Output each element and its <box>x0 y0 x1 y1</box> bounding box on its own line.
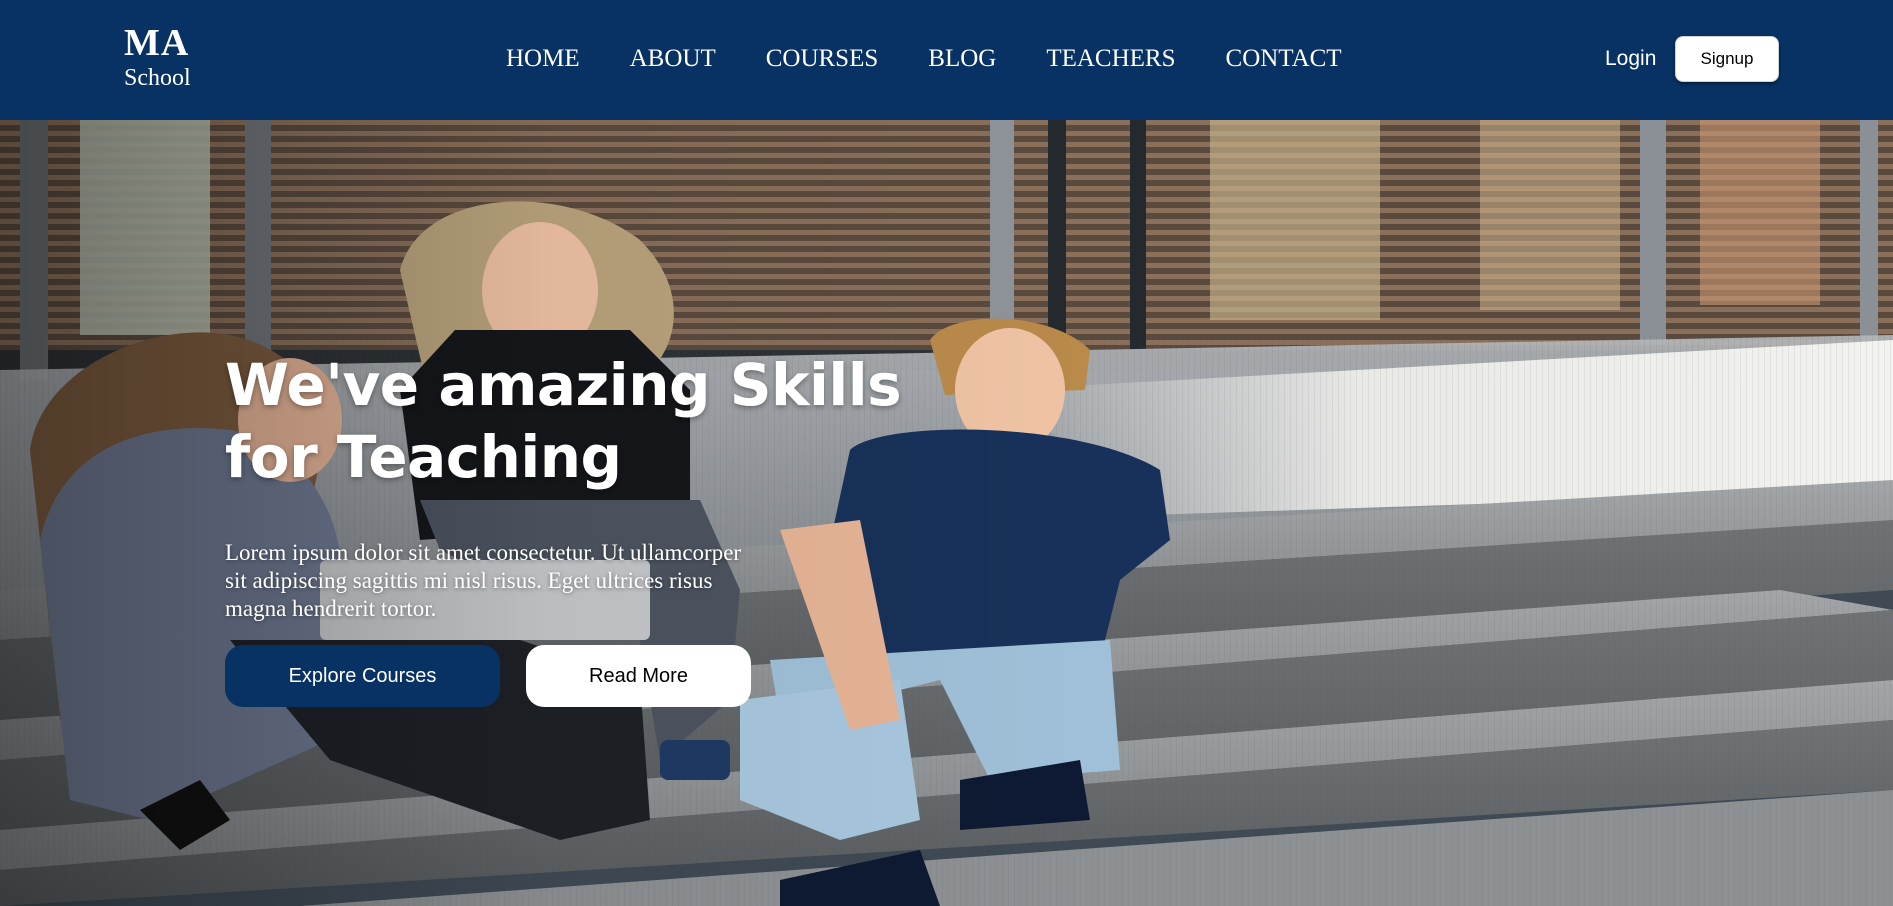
nav-link-courses[interactable]: COURSES <box>766 44 879 74</box>
brand-subtitle: School <box>124 65 191 91</box>
main-navigation: HOME ABOUT COURSES BLOG TEACHERS CONTACT <box>506 44 1342 74</box>
hero-title: We've amazing Skills for Teaching <box>225 349 925 493</box>
read-more-button[interactable]: Read More <box>526 645 751 707</box>
hero-title-line-2: for Teaching <box>225 423 622 491</box>
explore-courses-button[interactable]: Explore Courses <box>225 645 500 707</box>
nav-link-about[interactable]: ABOUT <box>630 44 716 74</box>
hero-content: We've amazing Skills for Teaching Lorem … <box>225 349 925 707</box>
nav-link-blog[interactable]: BLOG <box>928 44 996 74</box>
login-link[interactable]: Login <box>1605 46 1656 72</box>
brand-name: MA <box>124 22 190 64</box>
nav-link-home[interactable]: HOME <box>506 44 580 74</box>
hero-description: Lorem ipsum dolor sit amet consectetur. … <box>225 540 742 621</box>
navbar: MA School HOME ABOUT COURSES BLOG TEACHE… <box>0 0 1893 120</box>
nav-link-contact[interactable]: CONTACT <box>1226 44 1342 74</box>
hero-title-line-1: We've amazing Skills <box>225 351 902 419</box>
signup-button[interactable]: Signup <box>1675 36 1779 82</box>
brand-logo[interactable]: MA School <box>124 24 191 90</box>
nav-link-teachers[interactable]: TEACHERS <box>1046 44 1175 74</box>
hero-buttons: Explore Courses Read More <box>225 645 751 707</box>
